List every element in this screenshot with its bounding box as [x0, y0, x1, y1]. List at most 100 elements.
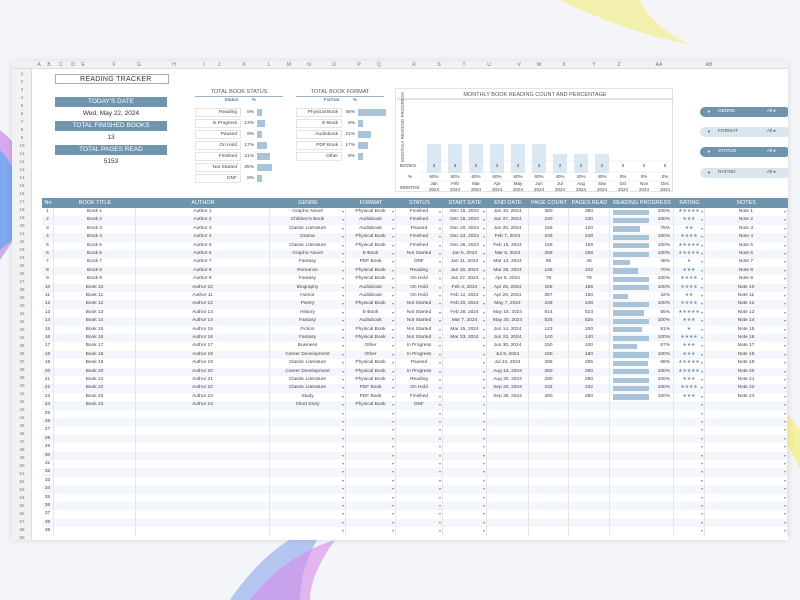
table-cell[interactable]	[443, 510, 487, 519]
table-row[interactable]: 8Book 8Author 8RomancePhysical BookReadi…	[42, 266, 788, 276]
table-cell[interactable]: Audiobook	[346, 317, 396, 326]
table-cell[interactable]	[346, 409, 396, 418]
table-cell[interactable]	[529, 418, 569, 427]
table-cell[interactable]	[705, 443, 788, 452]
table-cell[interactable]: 100%	[610, 384, 674, 393]
table-cell[interactable]	[674, 409, 705, 418]
table-cell[interactable]: Feb 4, 2024	[443, 283, 487, 292]
table-cell[interactable]: Mar 7, 2024	[443, 317, 487, 326]
table-cell[interactable]: Note 1	[705, 208, 788, 217]
table-cell[interactable]	[674, 518, 705, 528]
table-cell[interactable]: 523	[569, 308, 610, 318]
table-cell[interactable]: Note 19	[705, 359, 788, 368]
column-header-k[interactable]: K	[237, 61, 251, 69]
table-cell[interactable]	[346, 451, 396, 460]
column-header-z[interactable]: Z	[612, 61, 626, 69]
table-cell[interactable]: 120	[569, 224, 610, 234]
table-cell[interactable]: Audiobook	[346, 216, 396, 225]
table-cell[interactable]	[443, 502, 487, 511]
table-cell[interactable]	[487, 502, 529, 511]
table-cell[interactable]: Short Story	[270, 401, 346, 410]
table-cell[interactable]: 100%	[610, 275, 674, 284]
table-cell[interactable]: ★★★★	[674, 275, 705, 284]
table-cell[interactable]	[487, 418, 529, 427]
table-cell[interactable]: ★★★★★	[674, 359, 705, 368]
table-cell[interactable]	[569, 460, 610, 469]
table-cell[interactable]: Jan 20, 2024	[487, 224, 529, 234]
table-row-empty[interactable]: 39	[42, 527, 788, 536]
table-cell[interactable]	[705, 409, 788, 418]
table-cell[interactable]	[705, 527, 788, 536]
table-cell[interactable]	[443, 426, 487, 435]
table-cell[interactable]: Jul 24, 2024	[487, 359, 529, 368]
table-cell[interactable]: Romance	[270, 266, 346, 276]
table-cell[interactable]: 100%	[610, 208, 674, 217]
table-row[interactable]: 7Book 7Author 7FantasyPDF BookDNFJan 11,…	[42, 258, 788, 267]
table-row-empty[interactable]: 30	[42, 451, 788, 460]
spreadsheet[interactable]: A B C D E F G H I J K L M N O P Q R S T U V W X Y Z AA AB 123456789…	[12, 61, 788, 540]
table-cell[interactable]: Dec 15, 2023	[443, 216, 487, 225]
table-cell[interactable]: 248	[529, 300, 569, 309]
table-cell[interactable]: Note 3	[705, 224, 788, 234]
table-cell[interactable]	[396, 502, 443, 511]
table-cell[interactable]: Note 13	[705, 308, 788, 318]
table-cell[interactable]	[610, 434, 674, 444]
table-cell[interactable]: Feb 28, 2024	[443, 308, 487, 318]
table-cell[interactable]: ★★★★★	[674, 250, 705, 259]
table-cell[interactable]	[443, 443, 487, 452]
table-cell[interactable]: Fiction	[270, 325, 346, 334]
table-row-empty[interactable]: 26	[42, 418, 788, 427]
table-cell[interactable]	[529, 468, 569, 477]
table-cell[interactable]: 614	[529, 308, 569, 318]
table-cell[interactable]: Career Development	[270, 367, 346, 376]
table-cell[interactable]	[610, 518, 674, 528]
table-cell[interactable]	[569, 527, 610, 536]
table-cell[interactable]: 102	[569, 266, 610, 276]
table-cell[interactable]: 280	[529, 376, 569, 385]
table-cell[interactable]	[610, 426, 674, 435]
table-row[interactable]: 11Book 11Author 11HumorAudiobookOn HoldF…	[42, 292, 788, 301]
table-row-empty[interactable]: 28	[42, 434, 788, 444]
table-cell[interactable]	[270, 468, 346, 477]
table-cell[interactable]	[396, 468, 443, 477]
table-cell[interactable]: Fantasy	[270, 258, 346, 267]
table-cell[interactable]: Study	[270, 392, 346, 402]
table-cell[interactable]	[346, 502, 396, 511]
table-header-author[interactable]: AUTHOR	[136, 198, 270, 208]
table-cell[interactable]	[705, 518, 788, 528]
table-cell[interactable]	[346, 510, 396, 519]
table-cell[interactable]: ★★★★★	[674, 367, 705, 376]
table-cell[interactable]: Note 22	[705, 384, 788, 393]
column-header-x[interactable]: X	[557, 61, 571, 69]
table-cell[interactable]	[487, 426, 529, 435]
table-cell[interactable]	[610, 527, 674, 536]
table-cell[interactable]	[270, 493, 346, 502]
table-cell[interactable]: ★★★	[674, 376, 705, 385]
table-cell[interactable]: 280	[569, 376, 610, 385]
table-cell[interactable]: Note 5	[705, 241, 788, 250]
filter-format[interactable]: ▼ FORMAT All ▸	[700, 127, 788, 137]
column-header-l[interactable]: L	[262, 61, 276, 69]
column-header-aa[interactable]: AA	[652, 61, 666, 69]
table-cell[interactable]: Graphic Novel	[270, 250, 346, 259]
table-cell[interactable]: Fantasy	[270, 275, 346, 284]
table-cell[interactable]	[487, 434, 529, 444]
table-cell[interactable]	[569, 434, 610, 444]
table-cell[interactable]	[569, 510, 610, 519]
table-cell[interactable]	[610, 460, 674, 469]
column-header-s[interactable]: S	[432, 61, 446, 69]
table-cell[interactable]: Biography	[270, 283, 346, 292]
table-cell[interactable]: 85%	[610, 308, 674, 318]
table-cell[interactable]	[529, 476, 569, 486]
table-cell[interactable]: 180	[569, 350, 610, 360]
table-cell[interactable]: Fantasy	[270, 334, 346, 343]
table-cell[interactable]: Note 23	[705, 392, 788, 402]
table-cell[interactable]: ★	[674, 325, 705, 334]
table-cell[interactable]: In Progress	[396, 342, 443, 351]
table-cell[interactable]: PDF Book	[346, 392, 396, 402]
table-cell[interactable]: 100%	[610, 216, 674, 225]
table-cell[interactable]	[443, 434, 487, 444]
table-cell[interactable]: Reading	[396, 266, 443, 276]
table-cell[interactable]: 100%	[610, 233, 674, 242]
table-cell[interactable]	[396, 460, 443, 469]
